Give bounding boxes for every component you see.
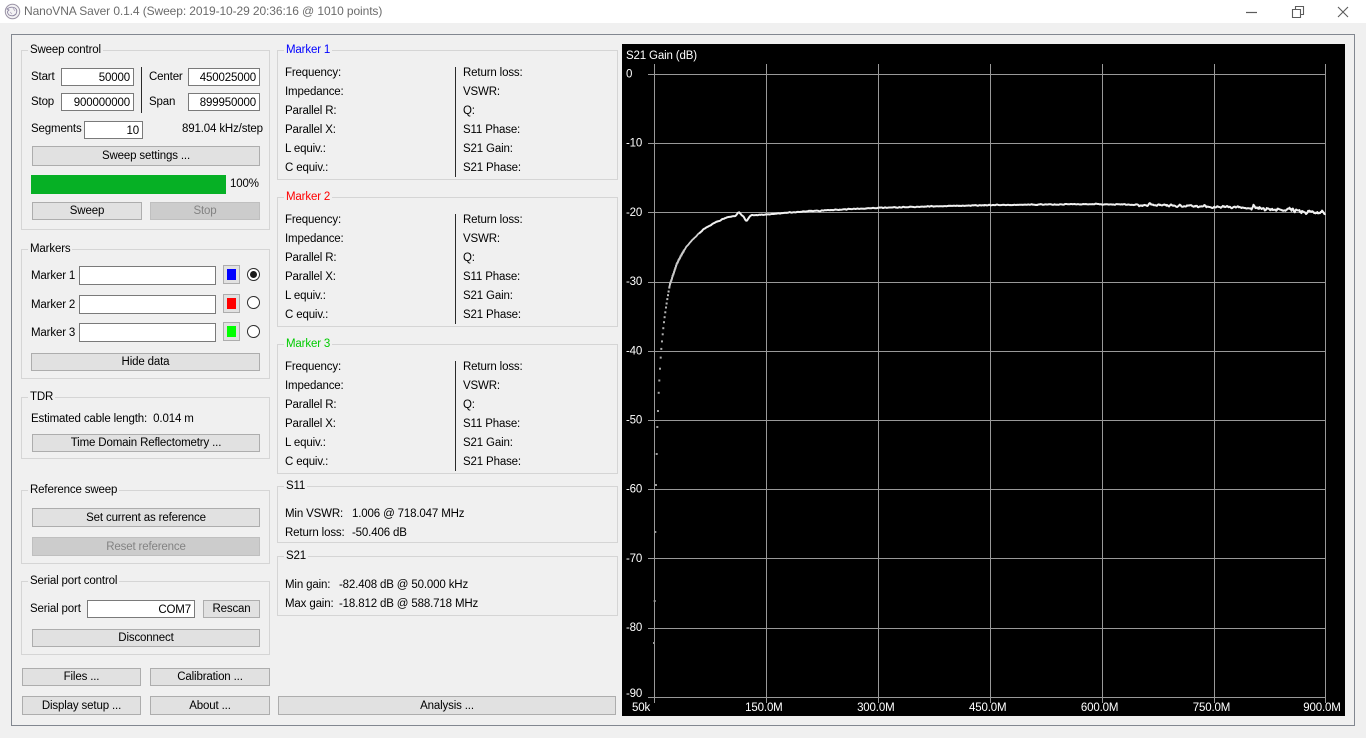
svg-text:750.0M: 750.0M [1193, 702, 1230, 714]
svg-text:150.0M: 150.0M [745, 702, 782, 714]
svg-text:-60: -60 [626, 484, 642, 496]
svg-text:0: 0 [626, 69, 632, 81]
svg-text:-10: -10 [626, 138, 642, 150]
svg-text:450.0M: 450.0M [969, 702, 1006, 714]
svg-text:S21 Gain (dB): S21 Gain (dB) [626, 50, 697, 62]
svg-text:-30: -30 [626, 276, 642, 288]
svg-text:-70: -70 [626, 553, 642, 565]
svg-text:-80: -80 [626, 622, 642, 634]
svg-text:-50: -50 [626, 415, 642, 427]
svg-text:300.0M: 300.0M [857, 702, 894, 714]
svg-text:-90: -90 [626, 688, 642, 700]
svg-text:-40: -40 [626, 345, 642, 357]
svg-text:-20: -20 [626, 207, 642, 219]
svg-text:600.0M: 600.0M [1081, 702, 1118, 714]
svg-text:900.0M: 900.0M [1303, 702, 1340, 714]
svg-text:50k: 50k [632, 702, 650, 714]
